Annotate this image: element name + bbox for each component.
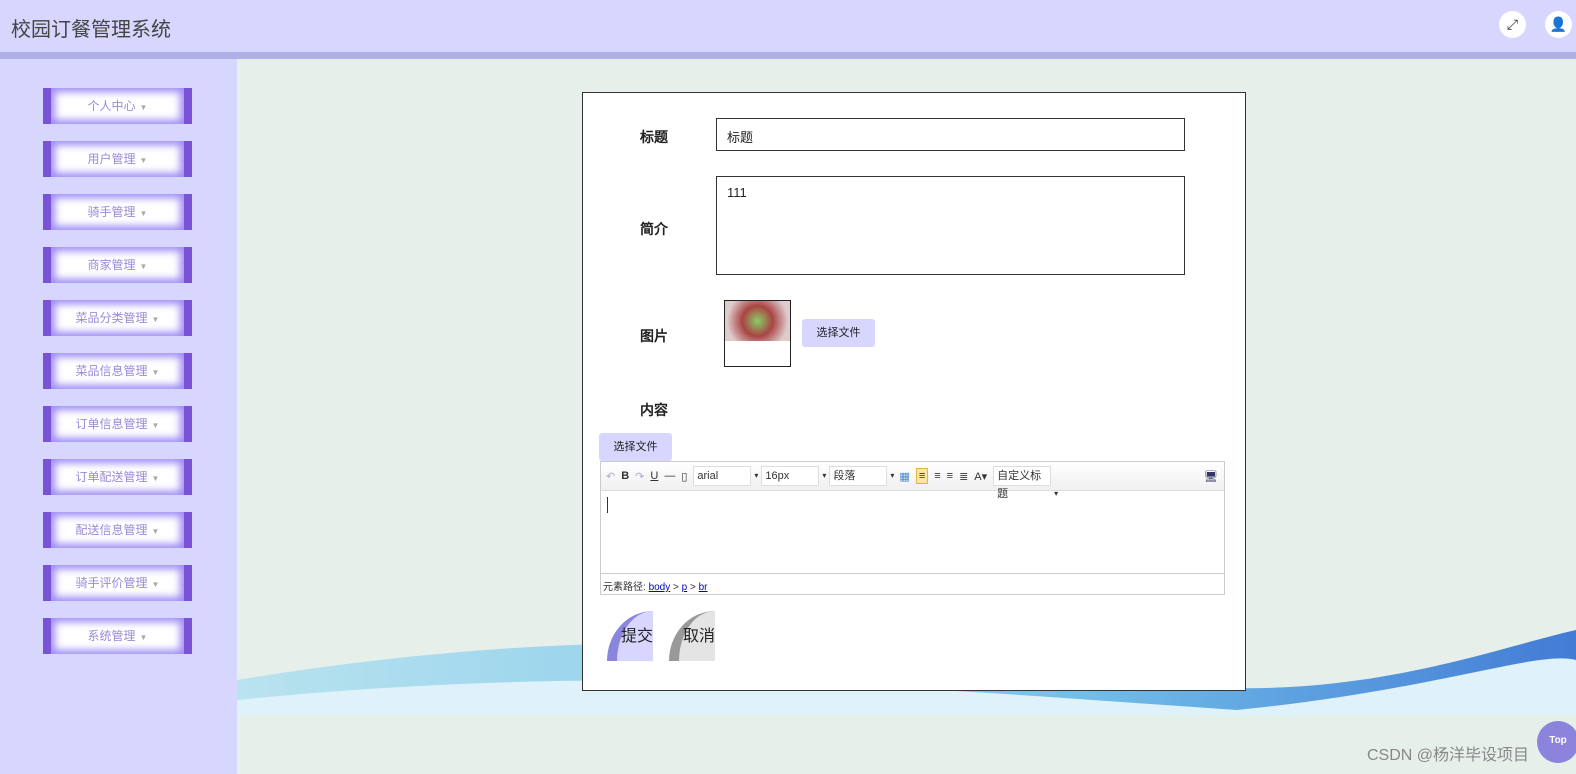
- path-br-link[interactable]: br: [699, 582, 708, 593]
- sidebar-item[interactable]: 骑手评价管理 ▼: [43, 565, 192, 601]
- title-label: 标题: [640, 129, 668, 145]
- edit-form: 标题 标题 简介 111 图片 选择文件 内容 选择文件 ↶ B ↷ U — ▯…: [582, 92, 1246, 691]
- justify-icon[interactable]: ≣: [959, 470, 968, 483]
- sidebar-item[interactable]: 配送信息管理 ▼: [43, 512, 192, 548]
- caret-down-icon: ▼: [151, 315, 160, 324]
- fullscreen-icon[interactable]: ⤢: [1499, 11, 1526, 38]
- align-left-icon[interactable]: ≡: [915, 468, 929, 484]
- horizontal-rule-icon[interactable]: —: [664, 470, 675, 482]
- sidebar-item-inner: 菜品分类管理 ▼: [51, 300, 184, 336]
- align-right-icon[interactable]: ≡: [934, 470, 940, 482]
- sidebar: 个人中心 ▼ 用户管理 ▼ 骑手管理 ▼ 商家管理 ▼ 菜品分类管理 ▼ 菜品信息管理 ▼ 订单信息管理…: [0, 59, 237, 774]
- sidebar-item-label: 用户管理: [87, 152, 136, 166]
- sidebar-item[interactable]: 用户管理 ▼: [43, 141, 192, 177]
- align-center-icon[interactable]: ≡: [947, 470, 953, 482]
- title-input[interactable]: 标题: [716, 118, 1185, 151]
- caret-down-icon: ▼: [139, 209, 148, 218]
- food-thumbnail: [725, 301, 790, 341]
- sidebar-item-inner: 骑手评价管理 ▼: [51, 565, 184, 601]
- sidebar-item[interactable]: 菜品信息管理 ▼: [43, 353, 192, 389]
- sidebar-item-inner: 商家管理 ▼: [51, 247, 184, 283]
- sidebar-item-label: 菜品信息管理: [75, 364, 148, 378]
- page-icon[interactable]: ▯: [681, 470, 687, 483]
- underline-icon[interactable]: U: [650, 470, 658, 482]
- rich-text-editor: ↶ B ↷ U — ▯ arial 16px 段落 ▦ ≡ ≡ ≡ ≣ A▾ 自…: [600, 461, 1225, 595]
- sidebar-item-label: 商家管理: [87, 258, 136, 272]
- back-to-top-button[interactable]: Top: [1537, 721, 1576, 763]
- sidebar-item[interactable]: 个人中心 ▼: [43, 88, 192, 124]
- table-icon[interactable]: ▦: [899, 470, 909, 483]
- preview-icon[interactable]: 🖥: [1204, 470, 1218, 483]
- sidebar-item-label: 系统管理: [87, 629, 136, 643]
- redo-icon[interactable]: ↷: [635, 470, 644, 483]
- image-preview: [724, 300, 791, 367]
- sidebar-item-label: 骑手评价管理: [75, 576, 148, 590]
- intro-label: 简介: [640, 221, 668, 237]
- sidebar-item[interactable]: 订单信息管理 ▼: [43, 406, 192, 442]
- undo-icon[interactable]: ↶: [606, 470, 615, 483]
- sidebar-item[interactable]: 商家管理 ▼: [43, 247, 192, 283]
- sidebar-item-inner: 订单信息管理 ▼: [51, 406, 184, 442]
- font-family-select[interactable]: arial: [693, 466, 758, 486]
- content-label: 内容: [640, 402, 668, 418]
- sidebar-item-inner: 用户管理 ▼: [51, 141, 184, 177]
- sidebar-item[interactable]: 骑手管理 ▼: [43, 194, 192, 230]
- editor-body[interactable]: [601, 491, 1224, 573]
- path-body-link[interactable]: body: [649, 582, 671, 593]
- font-color-icon[interactable]: A▾: [974, 470, 987, 483]
- header: 校园订餐管理系统 ⤢ 👤: [0, 0, 1576, 52]
- sidebar-item[interactable]: 订单配送管理 ▼: [43, 459, 192, 495]
- path-p-link[interactable]: p: [682, 582, 688, 593]
- image-label: 图片: [640, 328, 668, 344]
- sidebar-item-label: 订单配送管理: [75, 470, 148, 484]
- font-size-select[interactable]: 16px: [761, 466, 826, 486]
- sidebar-item-label: 菜品分类管理: [75, 311, 148, 325]
- sidebar-item-inner: 骑手管理 ▼: [51, 194, 184, 230]
- watermark: CSDN @杨洋毕设项目: [1367, 747, 1530, 764]
- paragraph-select[interactable]: 段落: [829, 466, 894, 486]
- caret-down-icon: ▼: [139, 262, 148, 271]
- sidebar-item-label: 配送信息管理: [75, 523, 148, 537]
- caret-down-icon: ▼: [139, 156, 148, 165]
- sidebar-item-label: 订单信息管理: [75, 417, 148, 431]
- sidebar-item-inner: 系统管理 ▼: [51, 618, 184, 654]
- caret-down-icon: ▼: [151, 421, 160, 430]
- submit-button[interactable]: 提交: [607, 611, 653, 661]
- sidebar-item-inner: 个人中心 ▼: [51, 88, 184, 124]
- custom-heading-select[interactable]: 自定义标题: [993, 466, 1058, 503]
- content-file-button[interactable]: 选择文件: [599, 433, 672, 461]
- caret-down-icon: ▼: [151, 527, 160, 536]
- sidebar-item[interactable]: 菜品分类管理 ▼: [43, 300, 192, 336]
- cancel-button[interactable]: 取消: [669, 611, 715, 661]
- header-divider: [0, 52, 1576, 59]
- caret-down-icon: ▼: [151, 580, 160, 589]
- sidebar-item-label: 个人中心: [87, 99, 136, 113]
- path-label: 元素路径:: [603, 582, 646, 593]
- sidebar-item[interactable]: 系统管理 ▼: [43, 618, 192, 654]
- caret-down-icon: ▼: [139, 103, 148, 112]
- sidebar-item-inner: 菜品信息管理 ▼: [51, 353, 184, 389]
- bold-icon[interactable]: B: [621, 470, 629, 482]
- editor-toolbar: ↶ B ↷ U — ▯ arial 16px 段落 ▦ ≡ ≡ ≡ ≣ A▾ 自…: [601, 462, 1224, 503]
- caret-down-icon: ▼: [151, 368, 160, 377]
- app-title: 校园订餐管理系统: [11, 19, 171, 41]
- caret-down-icon: ▼: [151, 474, 160, 483]
- image-file-button[interactable]: 选择文件: [802, 319, 875, 347]
- user-icon[interactable]: 👤: [1545, 11, 1572, 38]
- sidebar-item-label: 骑手管理: [87, 205, 136, 219]
- caret-down-icon: ▼: [139, 633, 148, 642]
- sidebar-item-inner: 配送信息管理 ▼: [51, 512, 184, 548]
- sidebar-item-inner: 订单配送管理 ▼: [51, 459, 184, 495]
- element-path: 元素路径: body > p > br: [601, 573, 1224, 594]
- intro-textarea[interactable]: 111: [716, 176, 1185, 275]
